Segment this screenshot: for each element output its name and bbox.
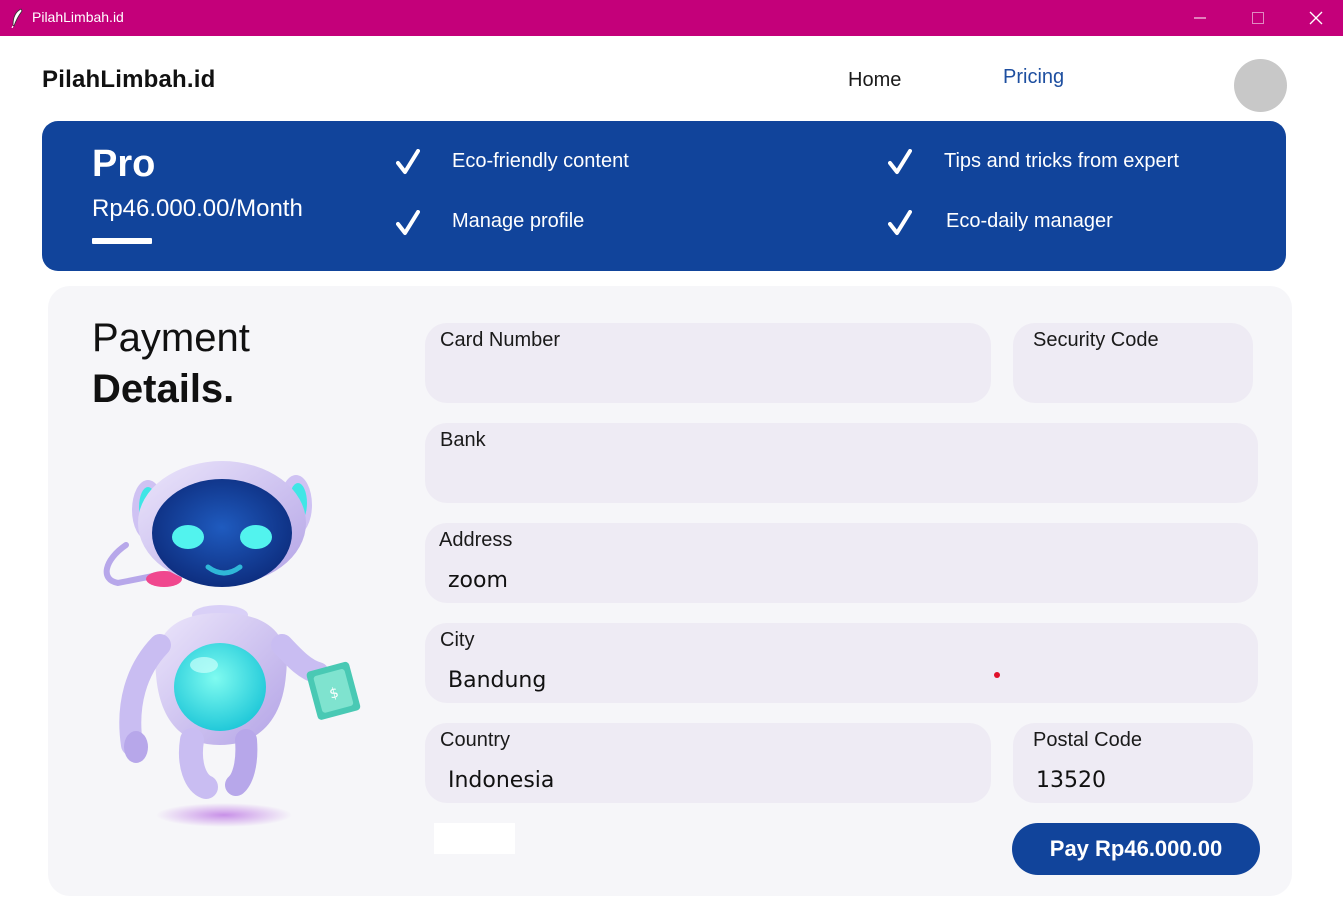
payment-title: Payment (92, 316, 250, 360)
feature-manage-profile: Manage profile (452, 210, 585, 232)
close-icon (1309, 11, 1323, 25)
bank-field[interactable]: Bank (425, 423, 1258, 503)
bank-label: Bank (440, 429, 486, 451)
address-field[interactable]: Address zoom (425, 523, 1258, 603)
check-icon (888, 149, 912, 174)
address-value: zoom (448, 568, 508, 593)
security-code-field[interactable]: Security Code (1013, 323, 1253, 403)
plan-price: Rp46.000.00/Month (92, 195, 303, 222)
pay-button[interactable]: Pay Rp46.000.00 (1012, 823, 1260, 875)
feature-eco-daily-manager: Eco-daily manager (946, 210, 1113, 232)
address-label: Address (439, 529, 513, 551)
city-label: City (440, 629, 475, 651)
feather-icon (11, 8, 23, 28)
postal-code-field[interactable]: Postal Code 13520 (1013, 723, 1253, 803)
robot-mascot: $ (103, 461, 361, 827)
check-icon (888, 210, 912, 235)
brand-logo: PilahLimbah.id (42, 66, 216, 93)
cursor-dot (994, 672, 1000, 678)
postal-code-value: 13520 (1036, 768, 1106, 793)
card-number-field[interactable]: Card Number (425, 323, 991, 403)
window-title: PilahLimbah.id (32, 9, 124, 25)
check-icon (396, 210, 420, 235)
plan-name: Pro (92, 143, 156, 185)
postal-code-label: Postal Code (1033, 729, 1142, 751)
close-button[interactable] (1287, 0, 1343, 36)
avatar[interactable] (1234, 59, 1287, 112)
blank-box (434, 823, 515, 854)
check-icon (396, 149, 420, 174)
maximize-icon (1252, 12, 1264, 24)
minimize-icon (1194, 17, 1206, 19)
nav-home-link[interactable]: Home (848, 69, 901, 92)
nav-pricing-link[interactable]: Pricing (1003, 66, 1064, 89)
card-number-label: Card Number (440, 329, 561, 351)
country-label: Country (440, 729, 511, 751)
maximize-button[interactable] (1229, 0, 1287, 36)
window-titlebar: PilahLimbah.id (0, 0, 1343, 36)
city-field[interactable]: City Bandung (425, 623, 1258, 703)
feature-eco-friendly-content: Eco-friendly content (452, 150, 629, 172)
feature-tips-and-tricks: Tips and tricks from expert (944, 150, 1179, 172)
country-value: Indonesia (448, 768, 555, 793)
plan-banner: Pro Rp46.000.00/Month Eco-friendly conte… (42, 121, 1286, 271)
city-value: Bandung (448, 668, 547, 693)
plan-underline (92, 238, 152, 244)
minimize-button[interactable] (1171, 0, 1229, 36)
payment-title-bold: Details. (92, 367, 235, 411)
security-code-label: Security Code (1033, 329, 1159, 351)
country-field[interactable]: Country Indonesia (425, 723, 991, 803)
